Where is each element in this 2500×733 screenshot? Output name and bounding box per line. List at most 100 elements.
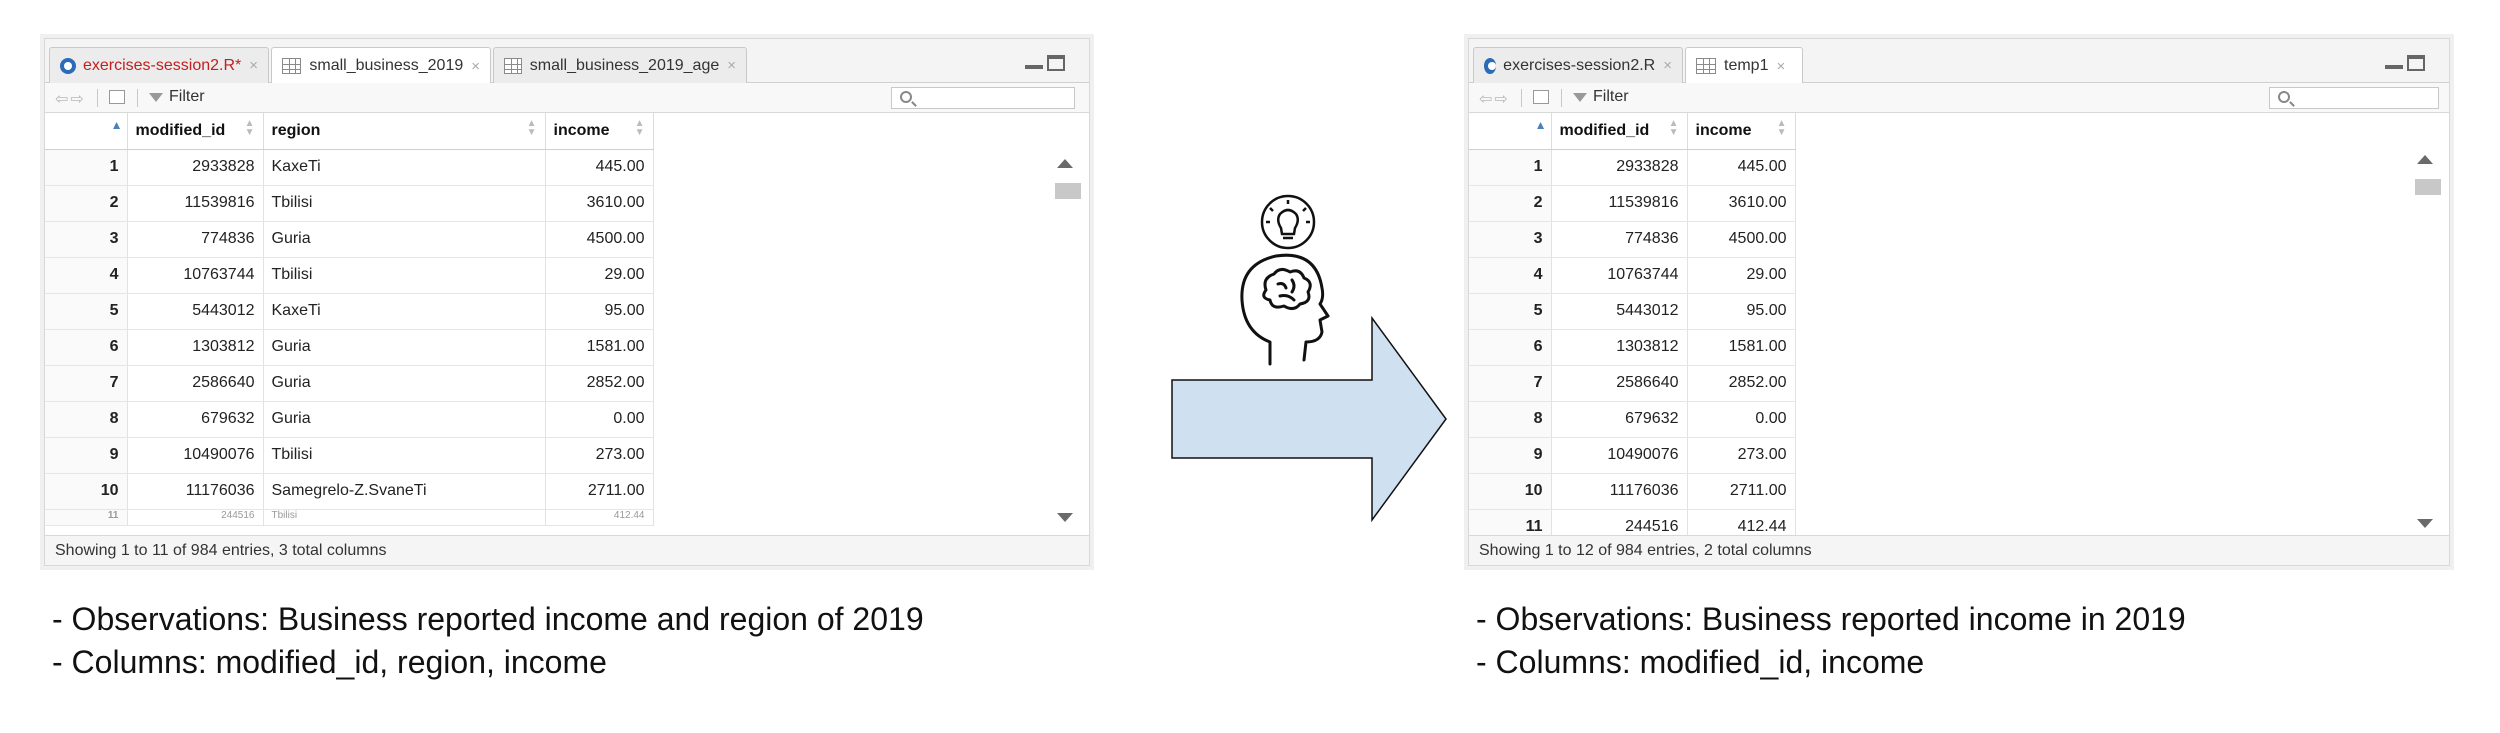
close-icon[interactable]: ×: [471, 58, 480, 75]
row-index-cell: 4: [45, 257, 128, 294]
tab-label: small_business_2019: [309, 57, 464, 74]
scrollbar-thumb[interactable]: [1055, 183, 1081, 199]
table-row[interactable]: 2 11539816 3610.00: [1469, 185, 1796, 222]
row-index-cell: 2: [45, 185, 128, 222]
tab-label: exercises-session2.R: [1503, 56, 1656, 74]
row-index-cell: 3: [45, 221, 128, 258]
table-cell: 445.00: [545, 149, 654, 186]
table-row[interactable]: 6 1303812 1581.00: [1469, 329, 1796, 366]
column-header[interactable]: region ▲ ▼: [263, 113, 546, 150]
vertical-scrollbar[interactable]: [1051, 151, 1081, 551]
table-cell: 11176036: [127, 473, 264, 510]
sort-icon: ▲ ▼: [634, 118, 645, 138]
status-bar: Showing 1 to 12 of 984 entries, 2 total …: [1469, 535, 2449, 565]
table-cell: 244516: [127, 509, 264, 526]
window-controls: [1025, 55, 1065, 71]
tab-temp1[interactable]: temp1 ×: [1685, 47, 1803, 84]
scroll-up-icon[interactable]: [2417, 155, 2433, 164]
table-cell: 5443012: [1551, 293, 1688, 330]
close-icon[interactable]: ×: [1663, 57, 1672, 74]
popout-icon[interactable]: [1533, 90, 1549, 104]
search-input[interactable]: [2269, 87, 2439, 109]
funnel-icon: [1573, 92, 1587, 102]
table-cell: Guria: [263, 365, 546, 402]
table-row[interactable]: 4 10763744 Tbilisi 29.00: [45, 257, 654, 294]
scrollbar-thumb[interactable]: [2415, 179, 2441, 195]
right-caption: - Observations: Business reported income…: [1476, 598, 2186, 684]
table-cell: Samegrelo-Z.SvaneTi: [263, 473, 546, 510]
right-tab-bar: exercises-session2.R × temp1 ×: [1469, 39, 2449, 84]
tab-small-business-2019[interactable]: small_business_2019 ×: [271, 47, 491, 84]
toolbar-divider: [137, 89, 138, 107]
tab-exercises-script[interactable]: exercises-session2.R* ×: [49, 47, 269, 83]
back-forward-icon[interactable]: ⇦⇨: [1479, 89, 1510, 109]
column-header-label: modified_id: [135, 121, 226, 139]
table-row[interactable]: 3 774836 Guria 4500.00: [45, 221, 654, 258]
table-cell: 29.00: [1687, 257, 1796, 294]
table-row[interactable]: 8 679632 Guria 0.00: [45, 401, 654, 438]
right-data-table: ▲ modified_id ▲ ▼ income ▲ ▼ 1 2933828 445.00 2…: [1469, 113, 1796, 562]
scroll-up-icon[interactable]: [1057, 159, 1073, 168]
table-row[interactable]: 1 2933828 KaxeTi 445.00: [45, 149, 654, 186]
table-row[interactable]: 7 2586640 Guria 2852.00: [45, 365, 654, 402]
table-cell: 4500.00: [545, 221, 654, 258]
vertical-scrollbar[interactable]: [2411, 147, 2441, 551]
table-cell: 273.00: [1687, 437, 1796, 474]
column-header[interactable]: income ▲ ▼: [545, 113, 654, 150]
row-index-cell: 6: [1469, 329, 1552, 366]
table-row[interactable]: 3 774836 4500.00: [1469, 221, 1796, 258]
table-row[interactable]: 10 11176036 Samegrelo-Z.SvaneTi 2711.00: [45, 473, 654, 510]
close-icon[interactable]: ×: [249, 57, 258, 74]
table-cell: 3610.00: [1687, 185, 1796, 222]
table-row-partial[interactable]: 11 244516 Tbilisi 412.44: [45, 509, 654, 526]
left-toolbar: ⇦⇨ Filter: [45, 83, 1089, 113]
scroll-down-icon[interactable]: [2417, 519, 2433, 528]
table-cell: 10490076: [127, 437, 264, 474]
table-cell: 774836: [1551, 221, 1688, 258]
close-icon[interactable]: ×: [1776, 58, 1785, 75]
table-cell: 445.00: [1687, 149, 1796, 186]
column-header[interactable]: income ▲ ▼: [1687, 113, 1796, 150]
minimize-icon[interactable]: [1025, 55, 1043, 69]
minimize-icon[interactable]: [2385, 55, 2403, 69]
close-icon[interactable]: ×: [727, 57, 736, 74]
tab-exercises-script[interactable]: exercises-session2.R ×: [1473, 47, 1683, 83]
table-cell: 2933828: [127, 149, 264, 186]
filter-button[interactable]: Filter: [1573, 88, 1629, 106]
column-header[interactable]: modified_id ▲ ▼: [127, 113, 264, 150]
column-header[interactable]: modified_id ▲ ▼: [1551, 113, 1688, 150]
table-cell: 1303812: [1551, 329, 1688, 366]
arrow-shape: [1171, 316, 1447, 522]
tab-small-business-2019-age[interactable]: small_business_2019_age ×: [493, 47, 747, 83]
table-row[interactable]: 10 11176036 2711.00: [1469, 473, 1796, 510]
scroll-down-icon[interactable]: [1057, 513, 1073, 522]
table-row[interactable]: 7 2586640 2852.00: [1469, 365, 1796, 402]
popout-icon[interactable]: [109, 90, 125, 104]
row-index-cell: 5: [1469, 293, 1552, 330]
data-grid-icon: [1696, 58, 1716, 74]
left-caption: - Observations: Business reported income…: [52, 598, 924, 684]
column-header-label: region: [271, 121, 321, 139]
filter-button[interactable]: Filter: [149, 88, 205, 106]
table-row[interactable]: 8 679632 0.00: [1469, 401, 1796, 438]
table-cell: 3610.00: [545, 185, 654, 222]
table-row[interactable]: 4 10763744 29.00: [1469, 257, 1796, 294]
table-row[interactable]: 1 2933828 445.00: [1469, 149, 1796, 186]
table-cell: KaxeTi: [263, 149, 546, 186]
r-script-icon: [1484, 57, 1497, 74]
row-index-header[interactable]: ▲: [45, 113, 128, 150]
status-text: Showing 1 to 12 of 984 entries, 2 total …: [1479, 542, 1812, 559]
table-row[interactable]: 2 11539816 Tbilisi 3610.00: [45, 185, 654, 222]
maximize-icon[interactable]: [1047, 55, 1065, 71]
search-input[interactable]: [891, 87, 1075, 109]
table-row[interactable]: 9 10490076 Tbilisi 273.00: [45, 437, 654, 474]
table-row[interactable]: 6 1303812 Guria 1581.00: [45, 329, 654, 366]
search-icon: [900, 91, 912, 103]
table-row[interactable]: 9 10490076 273.00: [1469, 437, 1796, 474]
maximize-icon[interactable]: [2407, 55, 2425, 71]
back-forward-icon[interactable]: ⇦⇨: [55, 89, 86, 109]
row-index-header[interactable]: ▲: [1469, 113, 1552, 150]
table-cell: Tbilisi: [263, 257, 546, 294]
table-row[interactable]: 5 5443012 95.00: [1469, 293, 1796, 330]
table-row[interactable]: 5 5443012 KaxeTi 95.00: [45, 293, 654, 330]
